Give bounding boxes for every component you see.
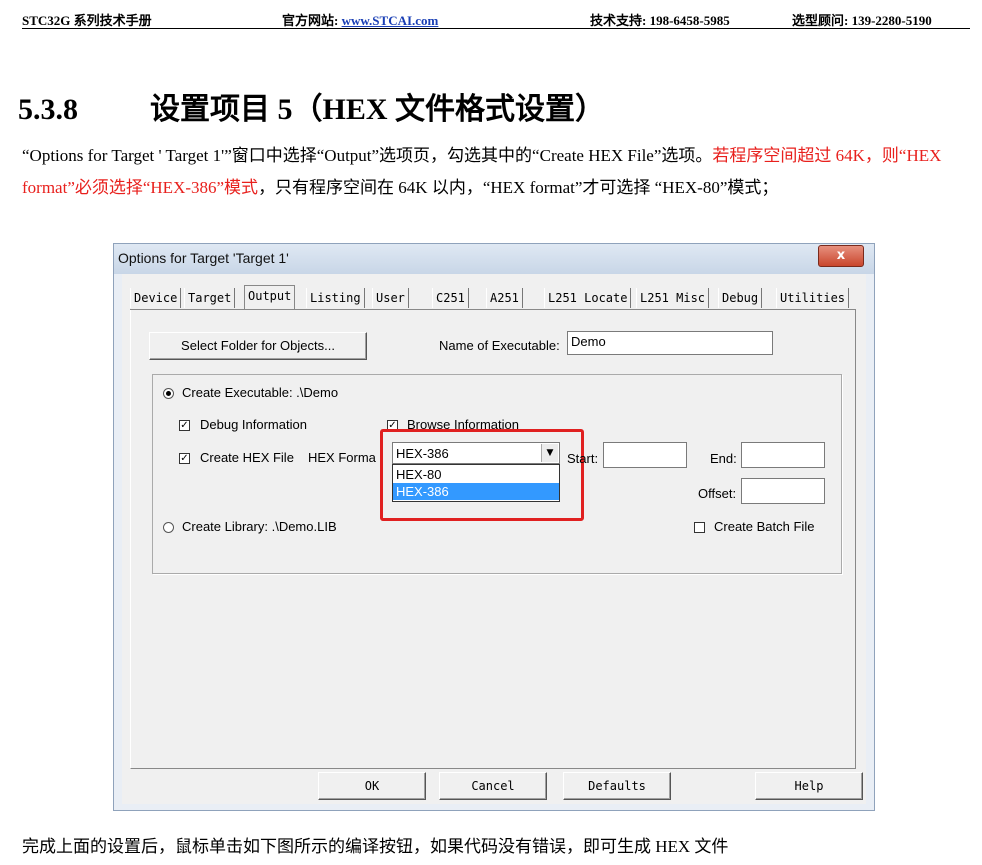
tab-device[interactable]: Device [130, 288, 182, 308]
dialog-title: Options for Target 'Target 1' [118, 250, 289, 266]
dialog-client: Device Target Output Listing User C251 A… [122, 274, 866, 804]
select-folder-button[interactable]: Select Folder for Objects... [149, 332, 367, 360]
create-batch-label: Create Batch File [714, 519, 815, 534]
tab-l251-misc[interactable]: L251 Misc [636, 288, 710, 308]
tab-listing[interactable]: Listing [306, 288, 365, 308]
options-dialog: Options for Target 'Target 1' x Device T… [113, 243, 875, 811]
close-icon[interactable]: x [818, 245, 864, 267]
tab-a251[interactable]: A251 [486, 288, 523, 308]
tab-output[interactable]: Output [244, 285, 296, 310]
para-part1: “Options for Target ' Target 1'”窗口中选择“Ou… [22, 146, 713, 165]
tab-c251[interactable]: C251 [432, 288, 469, 308]
tab-l251-locate[interactable]: L251 Locate [544, 288, 632, 308]
tab-target[interactable]: Target [184, 288, 236, 308]
defaults-button[interactable]: Defaults [563, 772, 671, 800]
intro-paragraph: “Options for Target ' Target 1'”窗口中选择“Ou… [22, 140, 967, 204]
dialog-titlebar: Options for Target 'Target 1' x [114, 244, 874, 274]
create-hex-checkbox[interactable]: ✓ [179, 453, 190, 464]
page-header: STC32G 系列技术手册 官方网站: www.STCAI.com 技术支持: … [22, 8, 970, 29]
footer-paragraph: 完成上面的设置后，鼠标单击如下图所示的编译按钮，如果代码没有错误，即可生成 HE… [22, 837, 729, 856]
offset-input[interactable] [741, 478, 825, 504]
manual-title: STC32G 系列技术手册 [22, 13, 152, 28]
ok-button[interactable]: OK [318, 772, 426, 800]
help-button[interactable]: Help [755, 772, 863, 800]
tab-debug[interactable]: Debug [718, 288, 763, 308]
site-link[interactable]: www.STCAI.com [342, 13, 439, 28]
section-heading: 5.3.8 设置项目 5（HEX 文件格式设置） [18, 84, 605, 128]
tab-user[interactable]: User [372, 288, 409, 308]
name-executable-label: Name of Executable: [439, 338, 560, 353]
start-input[interactable] [603, 442, 687, 468]
sales-consult: 选型顾问: 139-2280-5190 [792, 13, 932, 28]
hex-format-label: HEX Forma [308, 450, 376, 465]
create-executable-label: Create Executable: .\Demo [182, 385, 339, 400]
tech-support: 技术支持: 198-6458-5985 [590, 13, 730, 28]
create-hex-label: Create HEX File [200, 450, 294, 465]
para-part3: ，只有程序空间在 64K 以内，“HEX format”才可选择 “HEX-80… [258, 178, 779, 197]
name-executable-input[interactable]: Demo [567, 331, 773, 355]
debug-info-checkbox[interactable]: ✓ [179, 420, 190, 431]
start-label: Start: [567, 451, 599, 466]
section-title: 设置项目 5（HEX 文件格式设置） [150, 93, 606, 126]
create-executable-radio[interactable] [163, 388, 174, 399]
end-label: End: [710, 451, 737, 466]
create-library-label: Create Library: .\Demo.LIB [182, 519, 337, 534]
official-site: 官方网站: www.STCAI.com [282, 10, 438, 29]
cancel-button[interactable]: Cancel [439, 772, 547, 800]
create-library-radio[interactable] [163, 522, 174, 533]
site-label: 官方网站: [282, 13, 342, 28]
section-number: 5.3.8 [18, 93, 78, 126]
debug-info-label: Debug Information [200, 417, 307, 432]
end-input[interactable] [741, 442, 825, 468]
offset-label: Offset: [698, 486, 737, 501]
tab-utilities[interactable]: Utilities [776, 288, 850, 308]
create-batch-checkbox[interactable] [694, 522, 705, 533]
annotation-highlight-box [380, 429, 584, 521]
